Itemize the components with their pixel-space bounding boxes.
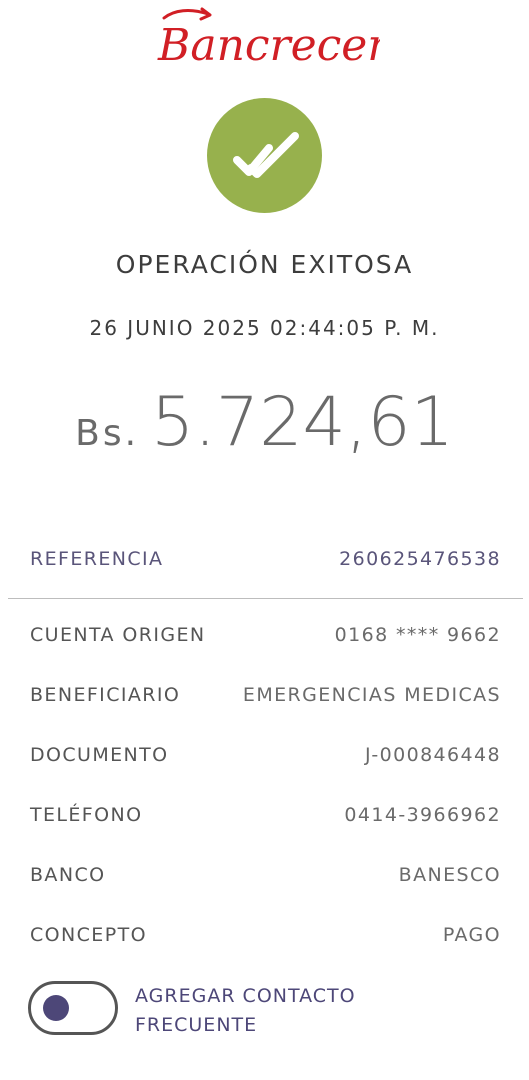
detail-label: DOCUMENTO <box>30 744 169 766</box>
detail-label: BANCO <box>30 864 106 886</box>
add-frequent-contact-toggle[interactable] <box>28 981 118 1035</box>
detail-value: EMERGENCIAS MEDICAS <box>242 684 501 706</box>
amount-display: Bs. 5.724,61 <box>0 383 529 462</box>
detail-label: BENEFICIARIO <box>30 684 181 706</box>
svg-text:Bancrecer: Bancrecer <box>157 20 380 71</box>
bank-logo: Bancrecer <box>0 0 529 80</box>
detail-value: 0168 **** 9662 <box>334 624 501 646</box>
detail-label: CUENTA ORIGEN <box>30 624 206 646</box>
toggle-label-line: AGREGAR CONTACTO <box>135 985 356 1007</box>
detail-value: BANESCO <box>398 864 501 886</box>
detail-value: PAGO <box>442 924 501 946</box>
add-frequent-contact-label[interactable]: AGREGAR CONTACTO FRECUENTE <box>135 982 435 1040</box>
reference-value: 260625476538 <box>339 548 501 570</box>
amount-value: 5.724,61 <box>151 383 454 462</box>
detail-row-bank: BANCO BANESCO <box>30 860 501 890</box>
detail-row-phone: TELÉFONO 0414-3966962 <box>30 800 501 830</box>
detail-row-beneficiary: BENEFICIARIO EMERGENCIAS MEDICAS <box>30 680 501 710</box>
toggle-label-line: FRECUENTE <box>135 1014 258 1036</box>
status-title: OPERACIÓN EXITOSA <box>115 250 414 279</box>
detail-row-concept: CONCEPTO PAGO <box>30 920 501 950</box>
detail-label: TELÉFONO <box>30 804 143 826</box>
detail-value: 0414-3966962 <box>344 804 501 826</box>
detail-row-source-account: CUENTA ORIGEN 0168 **** 9662 <box>30 620 501 650</box>
amount-currency: Bs. <box>75 413 140 454</box>
receipt-screen: Bancrecer OPERACIÓN EXITOSA 26 JUNIO 202… <box>0 0 529 1080</box>
detail-label: CONCEPTO <box>30 924 147 946</box>
status-datetime: 26 JUNIO 2025 02:44:05 P. M. <box>89 316 440 340</box>
success-check-icon <box>207 98 322 213</box>
toggle-knob <box>43 995 69 1021</box>
detail-value: J-000846448 <box>365 744 501 766</box>
reference-label: REFERENCIA <box>30 548 164 570</box>
divider <box>8 598 523 599</box>
detail-row-document: DOCUMENTO J-000846448 <box>30 740 501 770</box>
reference-row: REFERENCIA 260625476538 <box>30 544 501 574</box>
